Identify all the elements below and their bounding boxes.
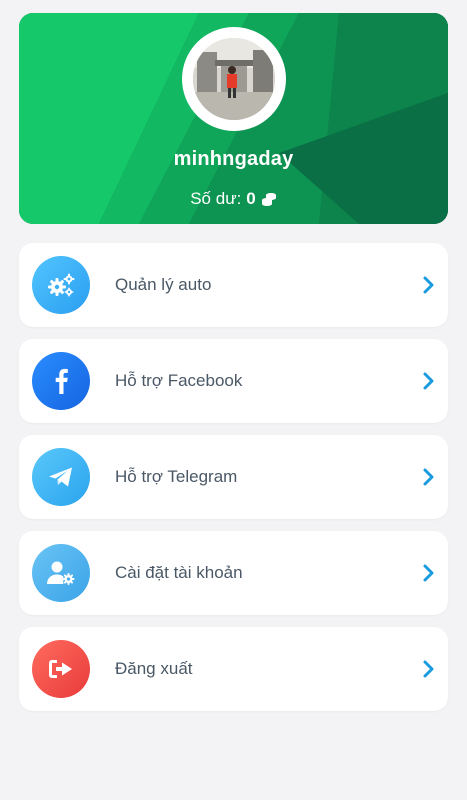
profile-card: minhngaday Số dư: 0	[19, 13, 448, 224]
telegram-icon	[32, 448, 90, 506]
account-page: minhngaday Số dư: 0 Quản lý auto Hỗ trợ …	[0, 0, 467, 800]
chevron-right-icon	[423, 276, 434, 294]
menu-item-account[interactable]: Cài đặt tài khoản	[19, 531, 448, 615]
menu-item-telegram[interactable]: Hỗ trợ Telegram	[19, 435, 448, 519]
avatar-ring[interactable]	[182, 27, 286, 131]
username: minhngaday	[173, 148, 294, 170]
user-settings-icon	[32, 544, 90, 602]
logout-icon	[32, 640, 90, 698]
menu-item-facebook[interactable]: Hỗ trợ Facebook	[19, 339, 448, 423]
facebook-icon	[32, 352, 90, 410]
coins-icon	[261, 191, 277, 207]
chevron-right-icon	[423, 468, 434, 486]
menu-item-label: Quản lý auto	[115, 275, 212, 294]
menu-item-label: Cài đặt tài khoản	[115, 563, 243, 582]
avatar-photo	[193, 38, 275, 120]
menu-item-auto[interactable]: Quản lý auto	[19, 243, 448, 327]
avatar	[193, 38, 275, 120]
menu-item-logout[interactable]: Đăng xuất	[19, 627, 448, 711]
balance-value: 0	[246, 189, 256, 208]
menu-item-label: Hỗ trợ Facebook	[115, 371, 243, 390]
menu-item-label: Đăng xuất	[115, 659, 193, 678]
gears-icon	[32, 256, 90, 314]
chevron-right-icon	[423, 660, 434, 678]
chevron-right-icon	[423, 372, 434, 390]
balance: Số dư: 0	[19, 189, 448, 209]
menu-item-label: Hỗ trợ Telegram	[115, 467, 238, 486]
balance-label: Số dư:	[190, 189, 242, 208]
chevron-right-icon	[423, 564, 434, 582]
